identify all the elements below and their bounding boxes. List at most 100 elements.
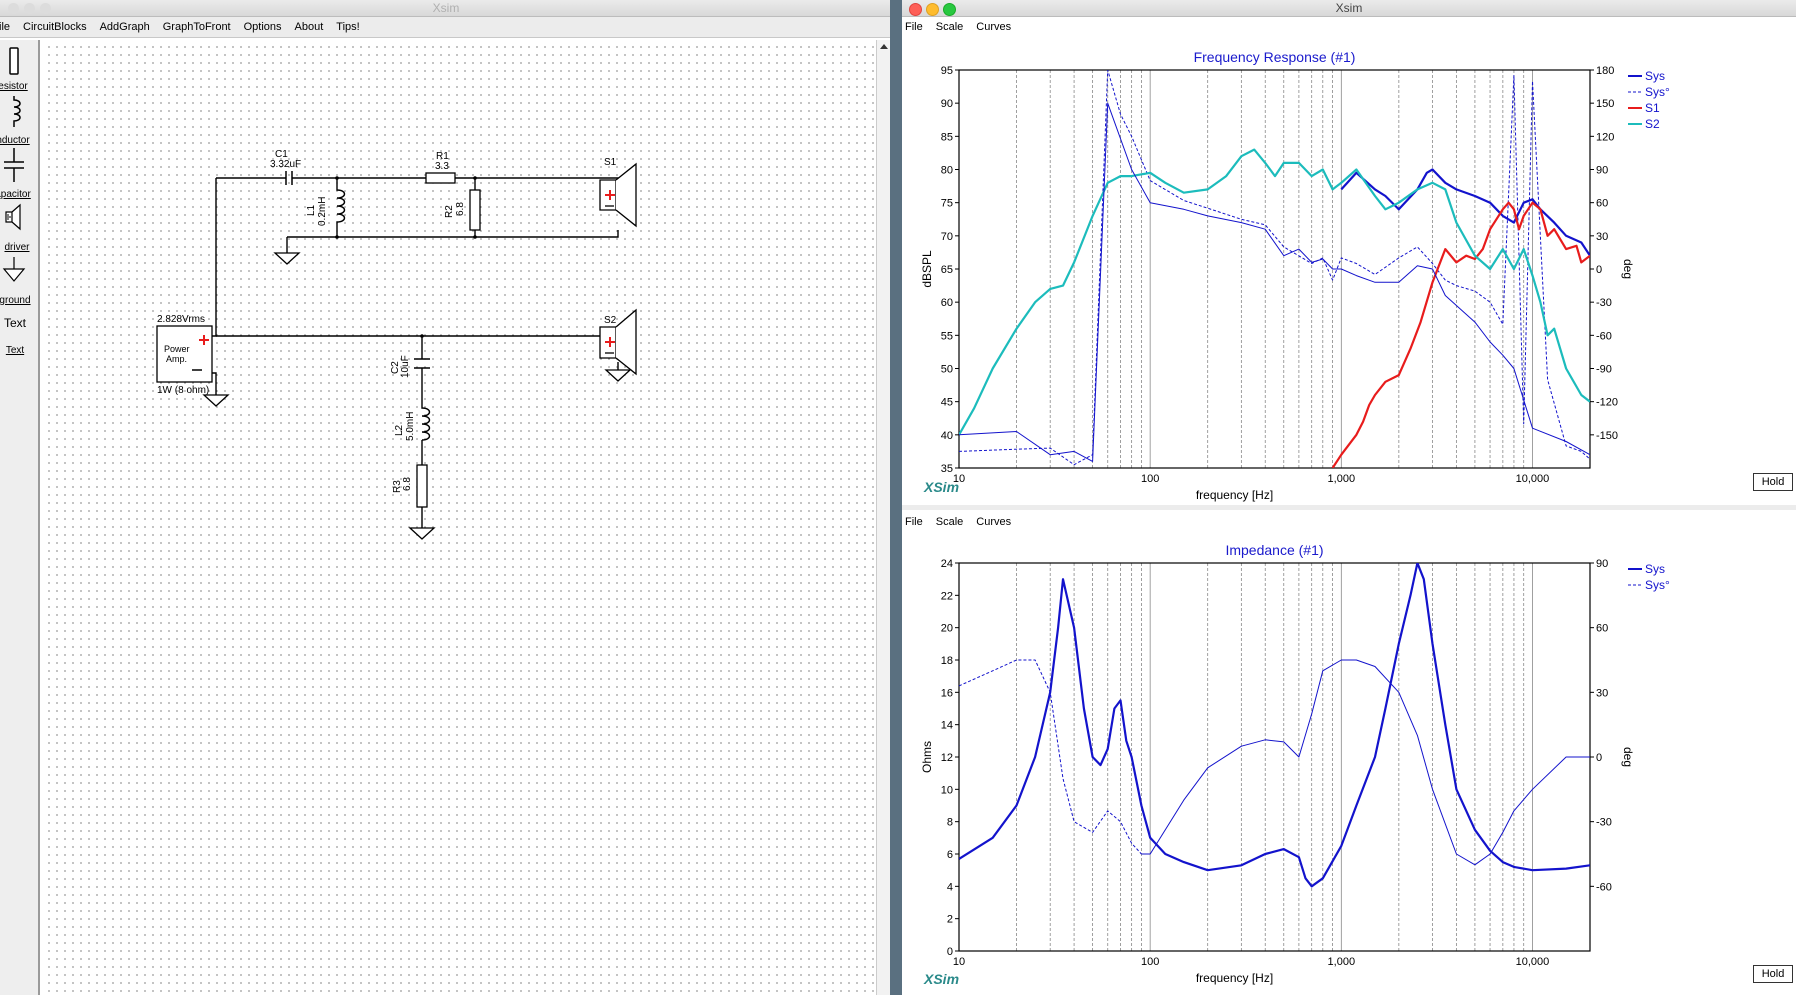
y2-tick-label: 60 (1596, 198, 1608, 210)
y-tick-label: 50 (941, 364, 953, 376)
y2-tick-label: -60 (1596, 881, 1612, 893)
y-tick-label: 70 (941, 231, 953, 243)
x-axis-label: frequency [Hz] (1196, 971, 1273, 985)
y-tick-label: 75 (941, 198, 953, 210)
speaker-s1[interactable] (599, 162, 637, 228)
menu-tips[interactable]: Tips! (336, 21, 359, 33)
series-line-sys (959, 70, 1590, 466)
resistor-r3[interactable] (416, 464, 428, 508)
palette-driver-label[interactable]: driver (0, 242, 36, 253)
wire (216, 335, 619, 342)
amp-power: 1W (8 ohm) (157, 385, 209, 396)
c1-value: 3.32uF (270, 159, 301, 170)
y-tick-label: 40 (941, 430, 953, 442)
y2-tick-label: 90 (1596, 558, 1608, 570)
palette-text-label[interactable]: Text (0, 345, 34, 356)
y2-tick-label: 60 (1596, 623, 1608, 635)
hold-button-bottom[interactable]: Hold (1753, 965, 1793, 983)
minimize-button[interactable] (24, 3, 35, 14)
menu-about[interactable]: About (295, 21, 324, 33)
plot-frame (958, 562, 1591, 952)
ground-symbol-3[interactable] (408, 527, 436, 540)
legend-label: Sys (1645, 69, 1665, 83)
capacitor-icon (4, 148, 24, 182)
y-axis-label: Ohms (920, 741, 934, 773)
palette-resistor[interactable] (0, 46, 38, 81)
ground-symbol-amp[interactable] (202, 394, 230, 407)
y-tick-label: 35 (941, 463, 953, 475)
y2-tick-label: 0 (1596, 752, 1602, 764)
palette-capacitor-label[interactable]: apacitor (0, 189, 32, 200)
y2-tick-label: 0 (1596, 264, 1602, 276)
series-line-s2 (959, 148, 1590, 436)
x-tick-label: 10,000 (1516, 473, 1550, 485)
legend-label: Sys (1645, 562, 1665, 576)
legend-label: Sys° (1645, 85, 1670, 99)
y2-tick-label: 90 (1596, 165, 1608, 177)
y2-tick-label: -30 (1596, 297, 1612, 309)
s2-label: S2 (604, 315, 617, 326)
wire (455, 177, 619, 180)
capacitor-c1[interactable] (279, 171, 299, 185)
menu-circuitblocks[interactable]: CircuitBlocks (23, 21, 87, 33)
chart-title: Frequency Response (#1) (1194, 49, 1356, 65)
component-palette: esistor nductor apacitor driver ground T… (0, 40, 40, 995)
y-tick-label: 95 (941, 65, 953, 77)
palette-inductor-label[interactable]: nductor (0, 135, 32, 146)
ground-symbol-1[interactable] (273, 252, 301, 265)
palette-inductor[interactable] (0, 94, 38, 135)
close-button[interactable] (8, 3, 19, 14)
left-titlebar: Xsim (0, 0, 892, 17)
palette-driver[interactable] (0, 200, 38, 239)
scroll-up-arrow-icon[interactable] (877, 40, 891, 54)
c2-value: 10uF (400, 355, 411, 378)
ground-icon (2, 257, 26, 282)
inductor-l2[interactable] (421, 406, 431, 441)
xsim-brand-bottom: XSim (924, 971, 960, 987)
y-tick-label: 22 (941, 590, 953, 602)
schematic-drawing: C1 3.32uF R1 3.3 L1 0.2mH R2 6.8 S1 S2 2… (156, 149, 637, 540)
resistor-r1[interactable] (425, 172, 456, 184)
schematic-canvas[interactable]: C1 3.32uF R1 3.3 L1 0.2mH R2 6.8 S1 S2 2… (42, 40, 876, 995)
y2-tick-label: -120 (1596, 397, 1618, 409)
legend-label: Sys° (1645, 578, 1670, 592)
l1-value: 0.2mH (317, 197, 328, 226)
palette-resistor-label[interactable]: esistor (0, 81, 32, 92)
inductor-l1[interactable] (336, 188, 346, 237)
amp-label-line1: Power (164, 344, 190, 354)
y-tick-label: 20 (941, 623, 953, 635)
menu-addgraph[interactable]: AddGraph (100, 21, 150, 33)
menu-file[interactable]: ile (0, 21, 10, 33)
series-line-s1 (1331, 201, 1590, 468)
legend-label: S2 (1645, 117, 1660, 131)
hold-button-top[interactable]: Hold (1753, 473, 1793, 491)
y-tick-label: 8 (947, 817, 953, 829)
r1-value: 3.3 (435, 161, 449, 172)
resistor-r2[interactable] (469, 189, 481, 231)
y2-tick-label: 120 (1596, 131, 1614, 143)
y-tick-label: 45 (941, 397, 953, 409)
r3-value: 6.8 (402, 477, 413, 491)
canvas-vertical-scrollbar[interactable] (876, 40, 891, 995)
palette-ground-label[interactable]: ground (0, 295, 34, 306)
zoom-button[interactable] (40, 3, 51, 14)
palette-ground[interactable] (0, 255, 38, 294)
y2-axis-label: deg (1621, 259, 1635, 279)
y2-tick-label: -60 (1596, 330, 1612, 342)
capacitor-c2[interactable] (414, 358, 430, 369)
inductor-icon (13, 96, 21, 127)
impedance-window: File Scale Curves Impedance (#1) 0 2 4 6 8 10 12 1… (902, 510, 1796, 995)
menu-graphtofront[interactable]: GraphToFront (163, 21, 231, 33)
window-gap (890, 0, 902, 995)
y-tick-label: 24 (941, 558, 953, 570)
chart-title: Impedance (#1) (1225, 542, 1323, 558)
y-tick-label: 65 (941, 264, 953, 276)
y-tick-label: 90 (941, 98, 953, 110)
ground-symbol-2[interactable] (604, 369, 632, 382)
palette-text-icon[interactable]: Text (0, 316, 34, 330)
series-line-systhin (959, 102, 1590, 462)
menu-options[interactable]: Options (244, 21, 282, 33)
y-axis-label: dBSPL (920, 250, 934, 288)
palette-capacitor[interactable] (0, 148, 38, 189)
y2-tick-label: 30 (1596, 687, 1608, 699)
